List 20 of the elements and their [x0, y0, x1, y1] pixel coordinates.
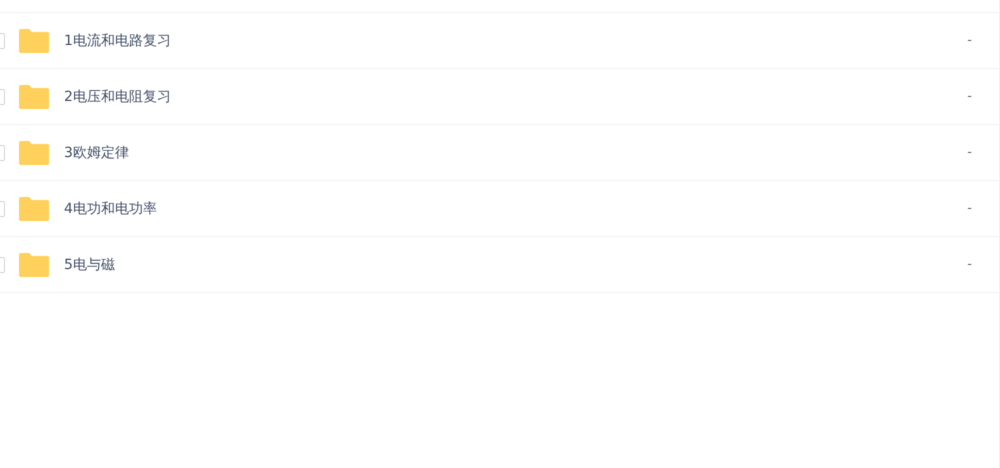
folder-icon	[18, 252, 50, 278]
checkbox[interactable]	[0, 200, 5, 216]
file-size: -	[967, 257, 972, 272]
folder-name[interactable]: 3欧姆定律	[64, 144, 968, 162]
folder-name[interactable]: 5电与磁	[64, 256, 968, 274]
file-size: -	[967, 201, 972, 216]
file-size: -	[967, 33, 972, 48]
file-size: -	[967, 145, 972, 160]
folder-icon	[18, 84, 50, 110]
checkbox[interactable]	[0, 256, 5, 272]
folder-name[interactable]: 1电流和电路复习	[64, 32, 968, 50]
folder-icon	[18, 28, 50, 54]
folder-name[interactable]: 4电功和电功率	[64, 200, 968, 218]
folder-icon	[18, 196, 50, 222]
file-size: -	[967, 89, 972, 104]
checkbox[interactable]	[0, 88, 5, 104]
checkbox[interactable]	[0, 144, 5, 160]
folder-icon	[18, 140, 50, 166]
checkbox[interactable]	[0, 32, 5, 48]
folder-name[interactable]: 2电压和电阻复习	[64, 88, 968, 106]
